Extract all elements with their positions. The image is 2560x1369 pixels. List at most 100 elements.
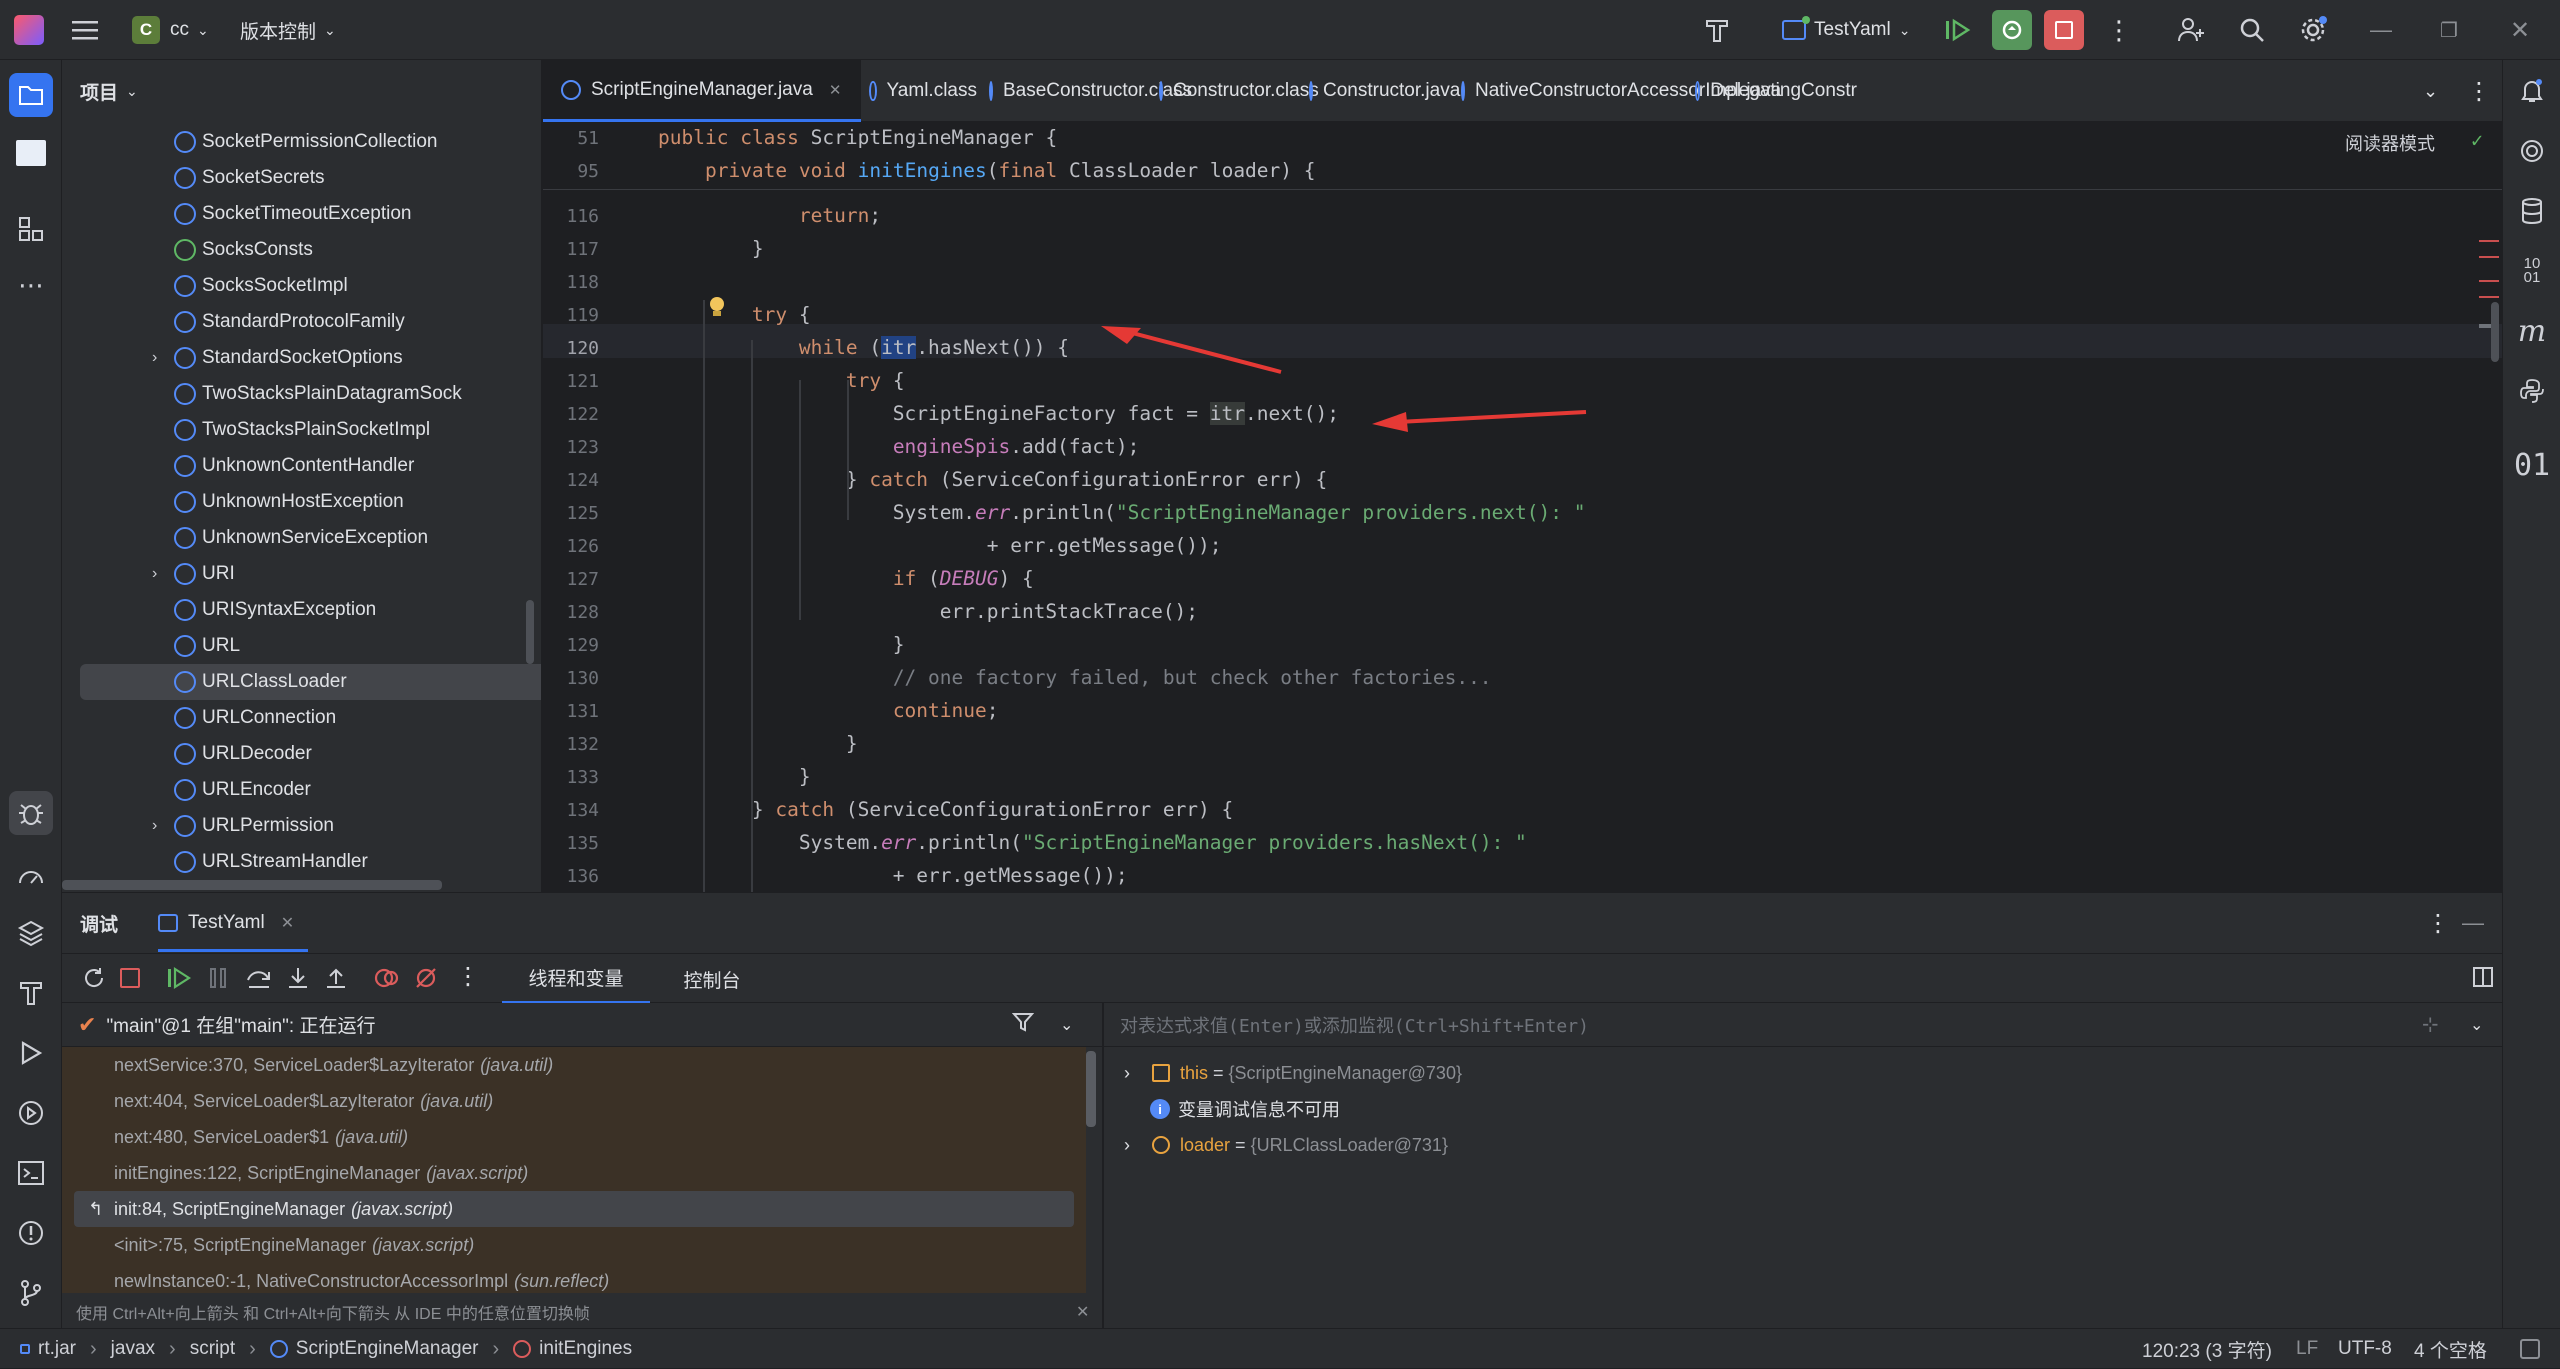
tree-item[interactable]: URL — [62, 628, 532, 664]
breadcrumb-item[interactable]: script — [190, 1338, 235, 1360]
code-line[interactable]: try { — [658, 303, 811, 326]
stack-frame[interactable]: ↰ init:84, ScriptEngineManager (javax.scri… — [74, 1191, 1074, 1227]
editor-tab[interactable]: ScriptEngineManager.java ✕ — [543, 60, 861, 122]
debug-session-tab[interactable]: TestYaml ✕ — [158, 893, 294, 953]
close-hint-icon[interactable]: ✕ — [1076, 1302, 1089, 1322]
code-line[interactable]: + err.getMessage()); — [658, 534, 1222, 557]
toolbar-more-icon[interactable]: ⋮ — [456, 962, 480, 991]
code-line[interactable]: System.err.println("ScriptEngineManager … — [658, 501, 1586, 524]
indent-setting[interactable]: 4 个空格 — [2414, 1329, 2487, 1369]
add-watch-icon[interactable]: ⊹ — [2422, 1012, 2439, 1037]
code-line[interactable]: } — [658, 633, 905, 656]
stack-frame[interactable]: <init>:75, ScriptEngineManager (javax.scr… — [62, 1227, 1082, 1263]
tree-hscrollbar[interactable] — [62, 880, 442, 890]
step-into-icon[interactable] — [286, 966, 310, 996]
stack-frame[interactable]: next:480, ServiceLoader$1 (java.util) — [62, 1119, 1082, 1155]
code-editor[interactable]: 51 public class ScriptEngineManager {95 p… — [543, 122, 2502, 892]
step-over-icon[interactable] — [246, 966, 272, 996]
build-hammer-icon[interactable] — [1702, 0, 1732, 60]
tree-item[interactable]: UnknownHostException — [62, 484, 532, 520]
tree-scrollbar[interactable] — [526, 600, 534, 664]
binary-viewer-icon[interactable]: 01 — [2503, 440, 2560, 490]
step-out-icon[interactable] — [324, 966, 348, 996]
services-icon[interactable] — [0, 1088, 62, 1138]
caret-position[interactable]: 120:23 (3 字符) — [2142, 1329, 2272, 1369]
error-stripe-mark[interactable] — [2479, 296, 2499, 298]
error-stripe-mark[interactable] — [2479, 240, 2499, 242]
tree-item[interactable]: SocksSocketImpl — [62, 268, 532, 304]
tabs-more-icon[interactable]: ⋮ — [2467, 60, 2491, 122]
code-line[interactable]: } — [658, 765, 811, 788]
problems-icon[interactable] — [0, 1208, 62, 1258]
editor-tab[interactable]: DelegatingConstr — [1677, 60, 1857, 122]
project-tool-icon[interactable] — [0, 70, 62, 120]
variable-row[interactable]: › loader = {URLClassLoader@731} — [1124, 1127, 1448, 1163]
thread-selector[interactable]: ✔ "main"@1 在组"main": 正在运行 ⌄ — [62, 1003, 1102, 1047]
vcs-menu[interactable]: 版本控制 ⌄ — [240, 0, 336, 60]
structure-icon[interactable] — [0, 204, 62, 254]
run-icon[interactable] — [0, 1028, 62, 1078]
code-line[interactable]: return; — [658, 204, 881, 227]
profiler-icon[interactable] — [0, 850, 62, 900]
add-user-icon[interactable] — [2176, 0, 2206, 60]
file-encoding[interactable]: UTF-8 — [2338, 1329, 2392, 1369]
code-line[interactable]: while (itr.hasNext()) { — [658, 336, 1069, 359]
main-menu-icon[interactable] — [72, 0, 100, 60]
chevron-down-icon[interactable]: ⌄ — [1060, 1015, 1073, 1035]
line-separator[interactable]: LF — [2296, 1329, 2318, 1369]
ai-assistant-icon[interactable] — [2503, 126, 2560, 176]
tree-item[interactable]: SocketSecrets — [62, 160, 532, 196]
terminal-icon[interactable] — [0, 1148, 62, 1198]
tree-item[interactable]: SocksConsts — [62, 232, 532, 268]
layout-settings-icon[interactable] — [2472, 966, 2494, 994]
search-icon[interactable] — [2238, 0, 2266, 60]
tree-item[interactable]: URLStreamHandler — [62, 844, 532, 880]
tree-item[interactable]: SocketPermissionCollection — [62, 124, 532, 160]
eval-expression-input[interactable]: 对表达式求值(Enter)或添加监视(Ctrl+Shift+Enter) — [1120, 1012, 1589, 1038]
python-icon[interactable] — [2503, 366, 2560, 416]
more-actions-icon[interactable]: ⋮ — [2106, 0, 2132, 60]
tree-item[interactable]: URLClassLoader — [80, 664, 541, 700]
breadcrumb-item[interactable]: initEngines — [513, 1338, 632, 1360]
tree-item[interactable]: UnknownContentHandler — [62, 448, 532, 484]
settings-gear-icon[interactable] — [2298, 0, 2328, 60]
code-line[interactable]: } — [658, 237, 764, 260]
breadcrumb-item[interactable]: ScriptEngineManager — [269, 1338, 479, 1360]
resume-program-icon[interactable] — [166, 966, 192, 996]
tree-item[interactable]: URLDecoder — [62, 736, 532, 772]
tree-item[interactable]: › URI — [62, 556, 532, 592]
binary-icon[interactable]: 10 01 — [2503, 246, 2560, 296]
variable-row[interactable]: i 变量调试信息不可用 — [1150, 1091, 1340, 1127]
tree-item[interactable]: › StandardSocketOptions — [62, 340, 532, 376]
editor-tab[interactable]: Constructor.class — [1141, 60, 1319, 122]
view-breakpoints-icon[interactable] — [374, 966, 400, 996]
tree-item[interactable]: SocketTimeoutException — [62, 196, 532, 232]
editor-tab[interactable]: BaseConstructor.class — [971, 60, 1192, 122]
minimize-icon[interactable]: — — [2370, 0, 2392, 60]
editor-tab[interactable]: NativeConstructorAccessorImpl.java — [1443, 60, 1781, 122]
tab-threads-variables[interactable]: 线程和变量 — [502, 954, 650, 1004]
intention-bulb-icon[interactable] — [708, 296, 726, 325]
build-icon[interactable] — [0, 968, 62, 1018]
code-line[interactable]: } catch (ServiceConfigurationError err) … — [658, 798, 1233, 821]
code-line[interactable]: ScriptEngineFactory fact = itr.next(); — [658, 402, 1339, 425]
resume-icon[interactable] — [1944, 0, 1972, 60]
hide-panel-icon[interactable]: — — [2462, 893, 2484, 953]
close-window-icon[interactable]: ✕ — [2510, 0, 2530, 60]
close-tab-icon[interactable]: ✕ — [281, 913, 294, 933]
restore-icon[interactable]: ❐ — [2440, 0, 2458, 60]
run-config-selector[interactable]: TestYaml ⌄ — [1782, 0, 1910, 60]
pause-icon[interactable] — [208, 966, 228, 996]
tree-item[interactable]: TwoStacksPlainDatagramSock — [62, 376, 532, 412]
chevron-right-icon[interactable]: › — [152, 349, 157, 367]
tree-item[interactable]: UnknownServiceException — [62, 520, 532, 556]
variable-row[interactable]: › this = {ScriptEngineManager@730} — [1124, 1055, 1462, 1091]
debug-more-icon[interactable]: ⋮ — [2426, 893, 2450, 953]
code-line[interactable]: continue; — [658, 699, 999, 722]
maven-icon[interactable]: m — [2503, 306, 2560, 356]
code-line[interactable]: err.printStackTrace(); — [658, 600, 1198, 623]
tab-console[interactable]: 控制台 — [662, 954, 762, 1004]
code-line[interactable]: if (DEBUG) { — [658, 567, 1034, 590]
chevron-right-icon[interactable]: › — [1124, 1063, 1148, 1084]
debug-tool-icon[interactable] — [0, 788, 62, 838]
